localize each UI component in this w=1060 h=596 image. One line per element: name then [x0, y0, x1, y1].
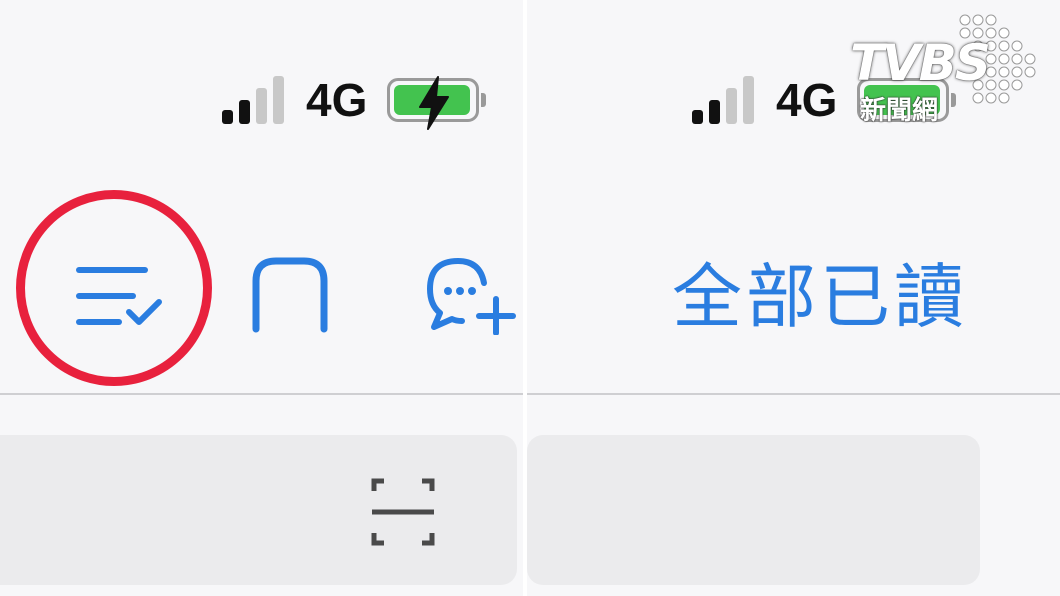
- battery-icon: [387, 76, 487, 130]
- network-type: 4G: [776, 74, 838, 126]
- divider: [527, 393, 1060, 395]
- search-bar[interactable]: [0, 435, 517, 585]
- tvbs-brand-text: TVBS: [850, 34, 991, 92]
- search-bar[interactable]: [527, 435, 980, 585]
- lightning-icon: [419, 76, 450, 130]
- status-bar: 4G: [222, 70, 487, 130]
- divider: [0, 393, 523, 395]
- network-type: 4G: [306, 74, 368, 126]
- signal-icon: [692, 76, 754, 124]
- tvbs-watermark-logo: TVBS 新聞網: [850, 12, 1040, 126]
- scan-icon[interactable]: [370, 477, 436, 547]
- list-check-icon: [76, 267, 162, 325]
- square-icon: [252, 257, 328, 333]
- chat-plus-icon: [427, 258, 516, 335]
- mark-all-read-button[interactable]: 全部已讀: [672, 262, 968, 332]
- signal-icon: [222, 76, 284, 124]
- new-chat-button[interactable]: [422, 255, 522, 335]
- left-screenshot-panel: 4G: [0, 0, 523, 596]
- square-button[interactable]: [250, 255, 330, 335]
- tvbs-sub-text: 新聞網: [860, 96, 939, 126]
- read-filter-button[interactable]: [68, 250, 168, 340]
